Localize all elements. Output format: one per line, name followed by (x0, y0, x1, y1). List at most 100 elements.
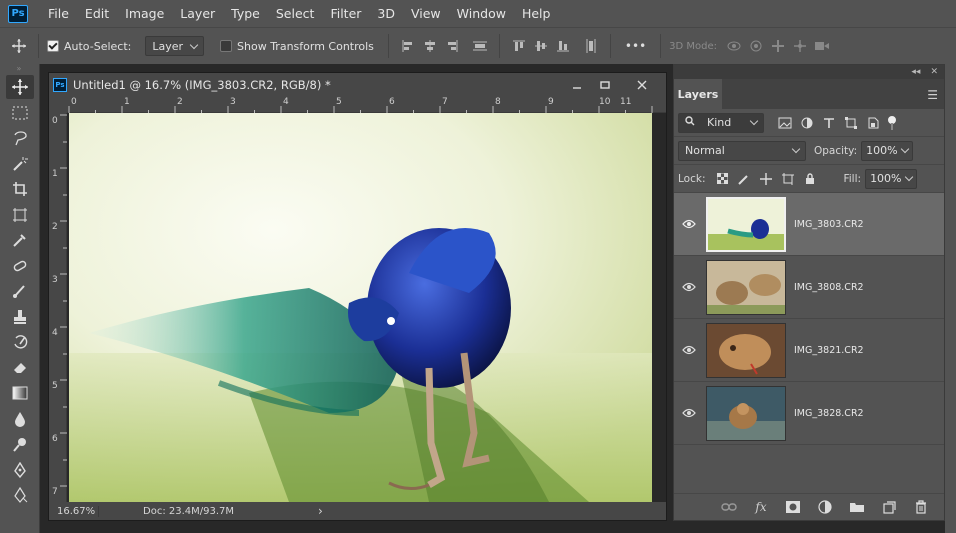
lock-position-icon[interactable] (755, 168, 777, 190)
visibility-eye-icon[interactable] (674, 345, 704, 355)
visibility-eye-icon[interactable] (674, 408, 704, 418)
search-icon (685, 116, 695, 129)
panel-menu-icon[interactable]: ☰ (927, 88, 938, 102)
minimize-icon[interactable] (562, 73, 592, 96)
canvas-area[interactable] (67, 113, 666, 502)
align-bottom-icon[interactable] (552, 35, 574, 57)
close-panel-icon[interactable]: ✕ (930, 67, 938, 77)
lock-all-icon[interactable] (799, 168, 821, 190)
3d-slide-icon[interactable] (789, 35, 811, 57)
align-top-icon[interactable] (508, 35, 530, 57)
move-tool-preset-icon[interactable] (8, 35, 30, 57)
canvas-image[interactable] (69, 113, 652, 502)
new-layer-icon[interactable] (878, 496, 900, 518)
add-mask-icon[interactable] (782, 496, 804, 518)
align-right-icon[interactable] (441, 35, 463, 57)
new-group-folder-icon[interactable] (846, 496, 868, 518)
status-menu-arrow[interactable]: › (318, 504, 323, 518)
new-adjustment-layer-icon[interactable] (814, 496, 836, 518)
3d-orbit-icon[interactable] (723, 35, 745, 57)
type-tool-icon[interactable] (6, 483, 34, 507)
filter-type-icon[interactable] (818, 112, 840, 134)
menu-window[interactable]: Window (449, 0, 514, 27)
document-tab[interactable]: Ps Untitled1 @ 16.7% (IMG_3803.CR2, RGB/… (49, 73, 666, 96)
gradient-tool-icon[interactable] (6, 381, 34, 405)
crop-tool-icon[interactable] (6, 177, 34, 201)
close-icon[interactable] (627, 73, 657, 96)
chevron-down-icon (791, 144, 801, 154)
lock-image-pixels-icon[interactable] (733, 168, 755, 190)
layer-row[interactable]: IMG_3808.CR2 (674, 256, 944, 319)
layer-row[interactable]: IMG_3821.CR2 (674, 319, 944, 382)
eraser-tool-icon[interactable] (6, 356, 34, 380)
menu-file[interactable]: File (40, 0, 77, 27)
layer-row[interactable]: IMG_3828.CR2 (674, 382, 944, 445)
move-tool-icon[interactable] (5, 75, 34, 99)
align-middle-v-icon[interactable] (530, 35, 552, 57)
delete-layer-trash-icon[interactable] (910, 496, 932, 518)
tools-panel: » (0, 64, 40, 533)
blur-tool-icon[interactable] (6, 407, 34, 431)
filter-smart-object-icon[interactable] (862, 112, 884, 134)
filter-kind-dropdown[interactable]: Kind (678, 112, 764, 133)
layer-style-fx-icon[interactable]: fx (750, 496, 772, 518)
menu-filter[interactable]: Filter (322, 0, 369, 27)
blend-mode-dropdown[interactable]: Normal (678, 140, 806, 161)
tab-layers[interactable]: Layers (674, 79, 722, 109)
eyedropper-tool-icon[interactable] (6, 228, 34, 252)
3d-mode-label: 3D Mode: (669, 40, 718, 52)
history-brush-tool-icon[interactable] (6, 330, 34, 354)
filter-pixel-icon[interactable] (774, 112, 796, 134)
layer-row[interactable]: IMG_3803.CR2 (674, 193, 944, 256)
dodge-tool-icon[interactable] (6, 432, 34, 456)
horizontal-ruler[interactable]: 0 1 2 3 4 5 6 7 8 9 10 11 (67, 96, 666, 113)
menu-edit[interactable]: Edit (77, 0, 117, 27)
brush-tool-icon[interactable] (6, 279, 34, 303)
align-left-icon[interactable] (397, 35, 419, 57)
visibility-eye-icon[interactable] (674, 219, 704, 229)
visibility-eye-icon[interactable] (674, 282, 704, 292)
marquee-tool-icon[interactable] (6, 101, 34, 125)
auto-select-checkbox[interactable] (47, 40, 59, 52)
fill-field[interactable]: 100% (865, 168, 918, 189)
show-transform-checkbox[interactable] (220, 40, 233, 52)
filter-toggle-icon[interactable] (888, 115, 896, 130)
filter-adjustment-icon[interactable] (796, 112, 818, 134)
menu-3d[interactable]: 3D (369, 0, 403, 27)
menu-type[interactable]: Type (223, 0, 268, 27)
panel-grip-icon[interactable]: » (0, 64, 39, 74)
filter-shape-icon[interactable] (840, 112, 862, 134)
auto-select-target-dropdown[interactable]: Layer (145, 36, 205, 56)
menu-layer[interactable]: Layer (172, 0, 223, 27)
lock-artboard-icon[interactable] (777, 168, 799, 190)
3d-roll-icon[interactable] (745, 35, 767, 57)
menu-image[interactable]: Image (117, 0, 172, 27)
distribute-h-icon[interactable] (469, 35, 491, 57)
layer-name: IMG_3808.CR2 (794, 281, 864, 293)
lock-fill-row: Lock: Fill: 100% (674, 165, 944, 193)
distribute-v-icon[interactable] (580, 35, 602, 57)
quick-selection-tool-icon[interactable] (6, 152, 34, 176)
lock-transparent-pixels-icon[interactable] (711, 168, 733, 190)
align-center-h-icon[interactable] (419, 35, 441, 57)
frame-tool-icon[interactable] (6, 203, 34, 227)
menu-view[interactable]: View (403, 0, 449, 27)
ruler-origin[interactable] (49, 96, 67, 113)
maximize-icon[interactable] (590, 73, 620, 96)
zoom-level-field[interactable]: 16.67% (49, 505, 99, 517)
opacity-field[interactable]: 100% (861, 140, 914, 161)
3d-scale-icon[interactable] (811, 35, 833, 57)
lasso-tool-icon[interactable] (6, 126, 34, 150)
clone-stamp-tool-icon[interactable] (6, 305, 34, 329)
pen-tool-icon[interactable] (6, 458, 34, 482)
menu-select[interactable]: Select (268, 0, 323, 27)
link-layers-icon[interactable] (718, 496, 740, 518)
show-transform-label: Show Transform Controls (237, 39, 374, 53)
3d-pan-icon[interactable] (767, 35, 789, 57)
vertical-ruler[interactable]: 0 1 2 3 4 5 6 7 (49, 113, 67, 502)
ruler-h-label: 5 (336, 97, 342, 107)
healing-brush-tool-icon[interactable] (6, 254, 34, 278)
collapse-panel-icon[interactable]: ◂◂ (911, 67, 920, 77)
more-options-button[interactable]: ••• (619, 39, 652, 53)
menu-help[interactable]: Help (514, 0, 559, 27)
